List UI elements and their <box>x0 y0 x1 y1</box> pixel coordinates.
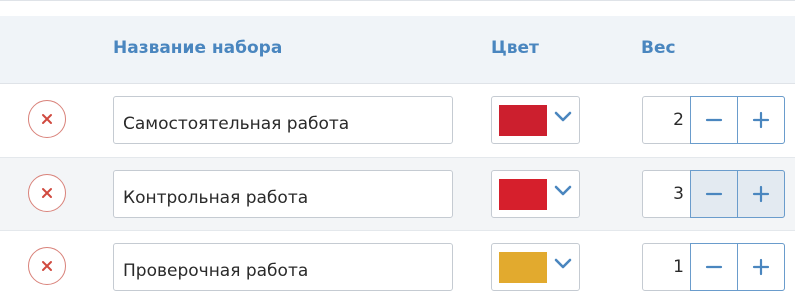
plus-icon <box>752 185 770 203</box>
close-icon <box>42 188 52 198</box>
minus-icon <box>705 265 723 269</box>
chevron-down-icon <box>554 185 572 196</box>
column-header-name: Название набора <box>113 38 283 58</box>
set-name-input[interactable] <box>113 96 453 144</box>
decrement-button[interactable] <box>690 96 738 144</box>
set-name-input[interactable] <box>113 170 453 218</box>
color-swatch <box>499 179 547 210</box>
weight-value[interactable]: 1 <box>643 244 691 290</box>
increment-button[interactable] <box>737 170 785 218</box>
weight-stepper: 3 <box>642 170 785 218</box>
chevron-down-icon <box>554 258 572 269</box>
minus-icon <box>705 192 723 196</box>
color-select[interactable] <box>491 170 580 218</box>
grade-sets-table: Название набора Цвет Вес 2 <box>0 0 795 292</box>
plus-icon <box>752 111 770 129</box>
delete-row-button[interactable] <box>28 247 66 285</box>
color-swatch <box>499 252 547 283</box>
weight-value[interactable]: 2 <box>643 97 691 143</box>
color-swatch <box>499 105 547 136</box>
set-name-input[interactable] <box>113 243 453 291</box>
table-row: 3 <box>0 157 795 231</box>
increment-button[interactable] <box>737 96 785 144</box>
delete-row-button[interactable] <box>28 100 66 138</box>
weight-value[interactable]: 3 <box>643 171 691 217</box>
minus-icon <box>705 118 723 122</box>
weight-stepper: 2 <box>642 96 785 144</box>
weight-stepper: 1 <box>642 243 785 291</box>
color-select[interactable] <box>491 243 580 291</box>
delete-row-button[interactable] <box>28 174 66 212</box>
table-header: Название набора Цвет Вес <box>0 16 795 84</box>
chevron-down-icon <box>554 111 572 122</box>
increment-button[interactable] <box>737 243 785 291</box>
plus-icon <box>752 258 770 276</box>
close-icon <box>42 114 52 124</box>
column-header-color: Цвет <box>491 38 539 58</box>
color-select[interactable] <box>491 96 580 144</box>
decrement-button[interactable] <box>690 243 738 291</box>
close-icon <box>42 261 52 271</box>
decrement-button[interactable] <box>690 170 738 218</box>
table-row: 1 <box>0 230 795 304</box>
table-row: 2 <box>0 84 795 157</box>
column-header-weight: Вес <box>641 38 676 58</box>
